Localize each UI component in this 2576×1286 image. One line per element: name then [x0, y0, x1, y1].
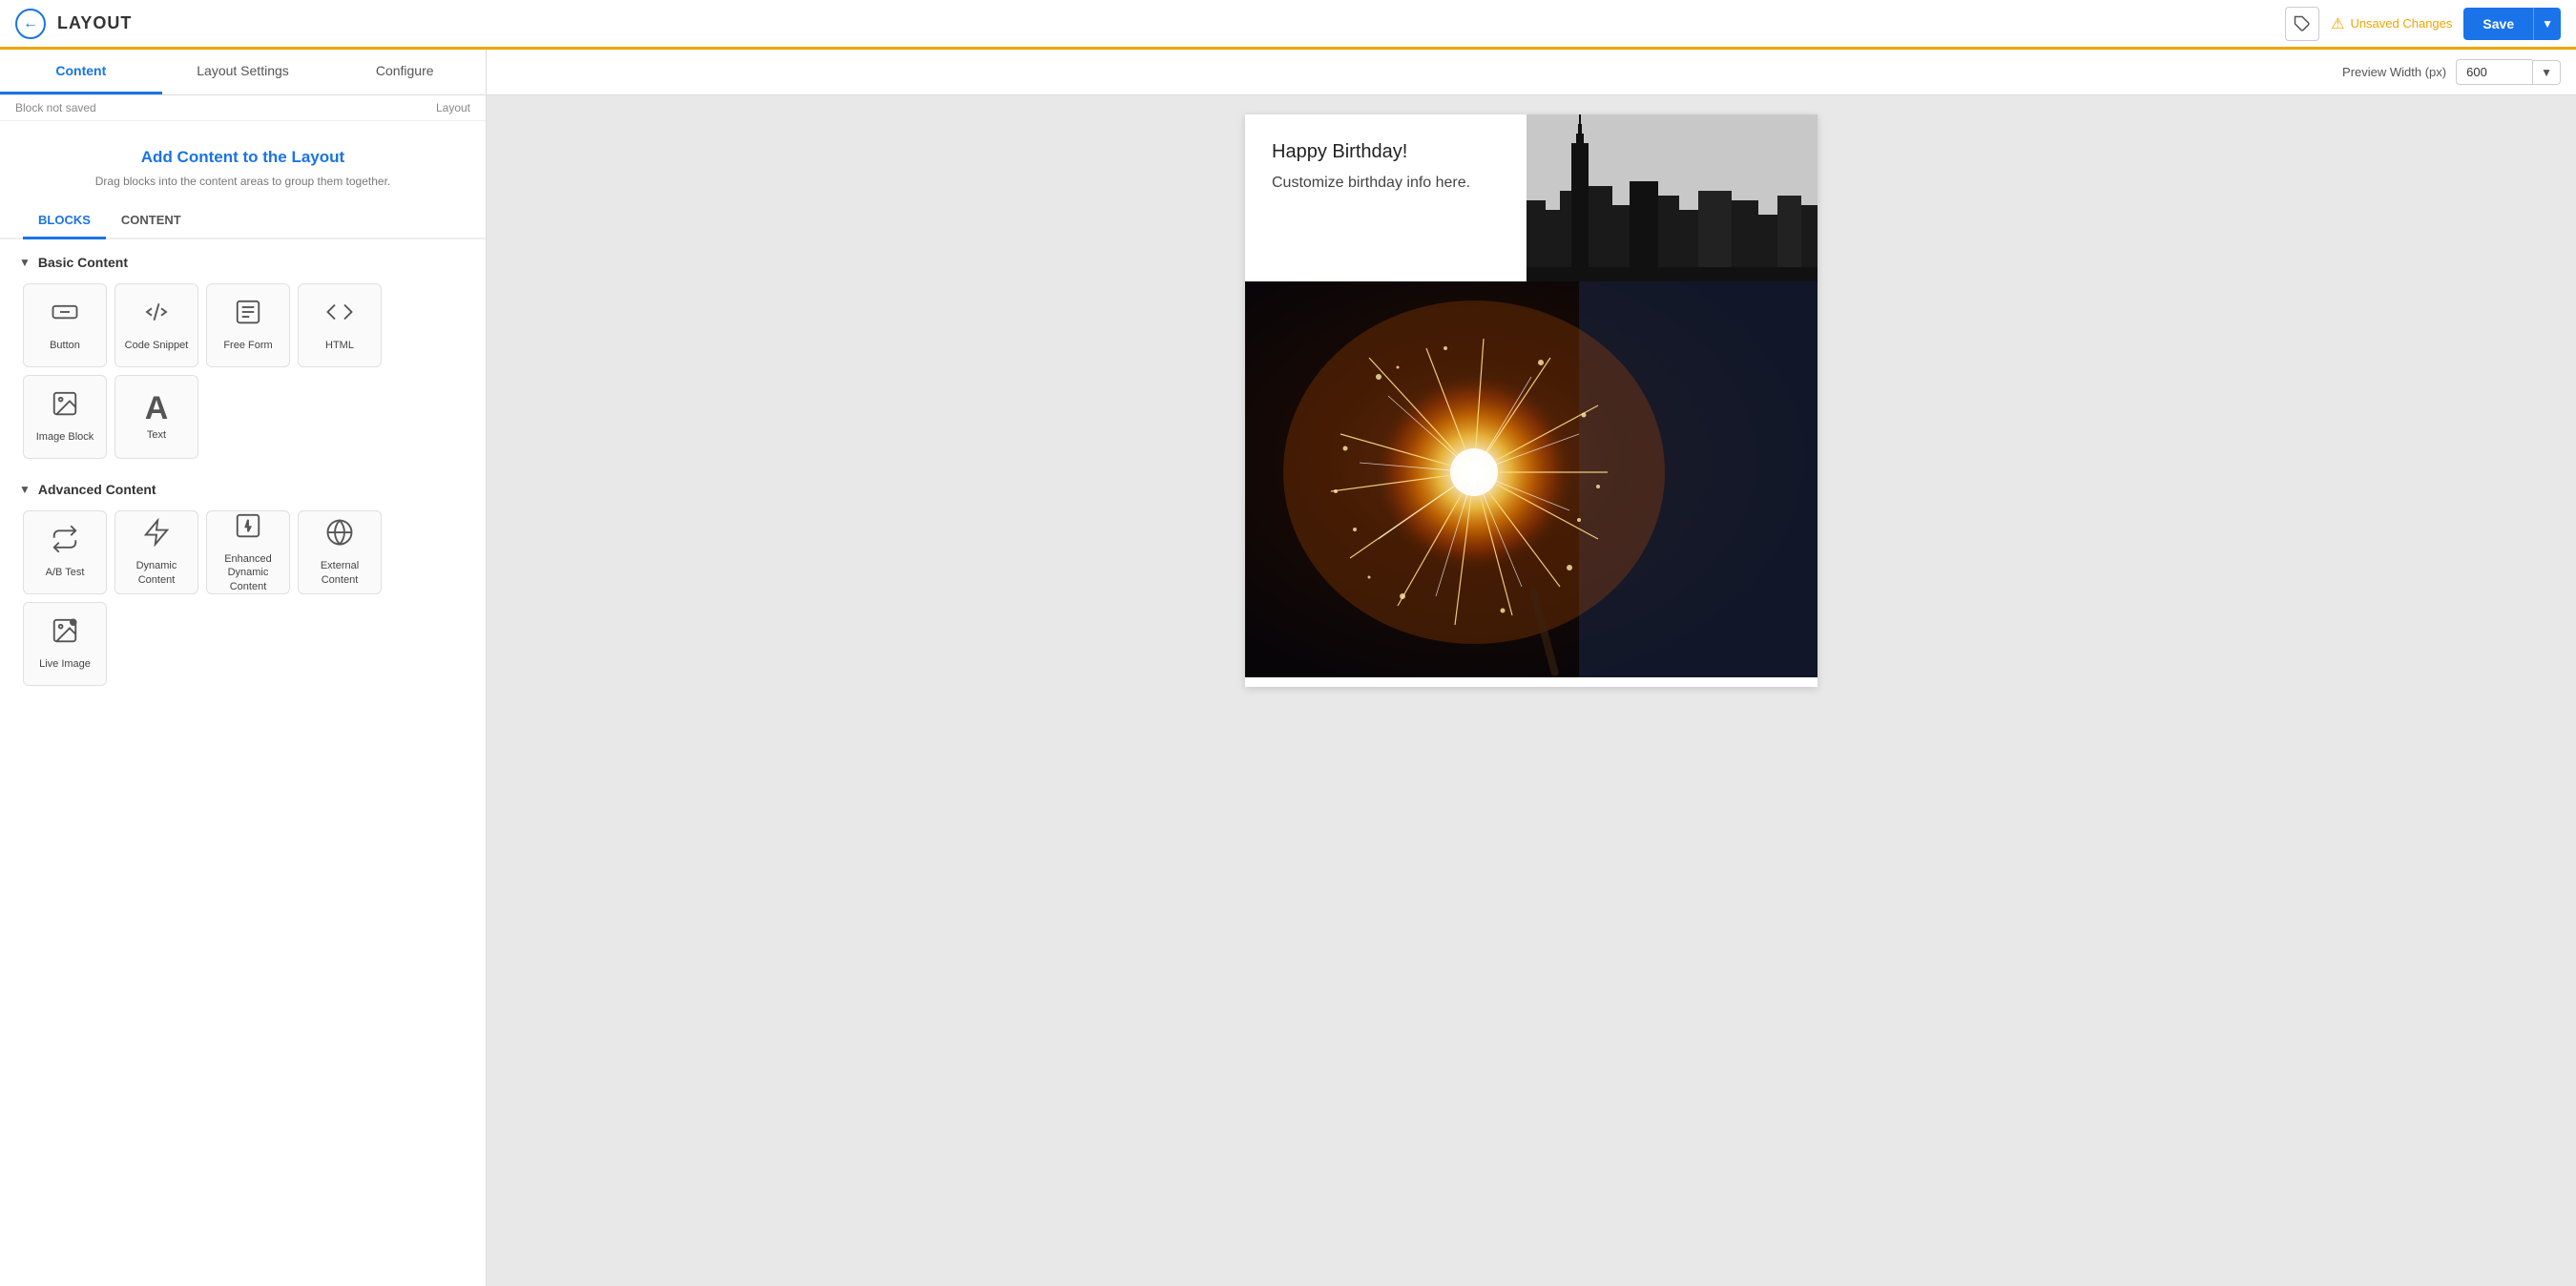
block-ab-test[interactable]: A/B Test — [23, 510, 107, 594]
top-bar-right: ⚠ Unsaved Changes Save ▼ — [2285, 7, 2561, 41]
save-dropdown-button[interactable]: ▼ — [2533, 8, 2561, 40]
block-dynamic-content[interactable]: Dynamic Content — [114, 510, 198, 594]
dynamic-content-label: Dynamic Content — [119, 559, 194, 587]
chevron-down-icon: ▼ — [19, 256, 31, 269]
unsaved-changes: ⚠ Unsaved Changes — [2331, 14, 2452, 33]
preview-top-right — [1527, 114, 1818, 281]
preview-top-left: Happy Birthday! Customize birthday info … — [1245, 114, 1527, 281]
tab-content[interactable]: Content — [0, 50, 162, 94]
top-bar: ← LAYOUT ⚠ Unsaved Changes Save ▼ — [0, 0, 2576, 50]
left-panel: Content Layout Settings Configure Block … — [0, 50, 487, 1286]
preview-birthday-text: Happy Birthday! — [1272, 141, 1507, 163]
external-content-icon — [325, 518, 354, 553]
save-button-group: Save ▼ — [2463, 8, 2561, 40]
preview-width-input[interactable] — [2456, 59, 2532, 85]
top-bar-left: ← LAYOUT — [15, 9, 132, 39]
tab-configure[interactable]: Configure — [323, 50, 486, 94]
preview-subtitle-text: Customize birthday info here. — [1272, 175, 1507, 192]
block-html[interactable]: HTML — [298, 283, 382, 367]
back-button[interactable]: ← — [15, 9, 46, 39]
block-code-snippet[interactable]: Code Snippet — [114, 283, 198, 367]
preview-area: Happy Birthday! Customize birthday info … — [487, 95, 2576, 1286]
main-layout: Content Layout Settings Configure Block … — [0, 50, 2576, 1286]
block-live-image[interactable]: Live Image — [23, 602, 107, 686]
basic-content-grid: Button Code Snippet — [19, 283, 467, 459]
basic-content-section: ▼ Basic Content Button — [0, 239, 486, 467]
warning-icon: ⚠ — [2331, 14, 2344, 33]
block-image-block[interactable]: Image Block — [23, 375, 107, 459]
image-block-label: Image Block — [36, 430, 94, 444]
sub-tab-blocks[interactable]: BLOCKS — [23, 205, 106, 239]
block-text[interactable]: A Text — [114, 375, 198, 459]
main-tabs: Content Layout Settings Configure — [0, 50, 486, 95]
breadcrumb: Layout — [436, 101, 470, 114]
image-block-icon — [51, 389, 79, 425]
enhanced-dynamic-label: Enhanced Dynamic Content — [211, 552, 285, 593]
sub-tabs: BLOCKS CONTENT — [0, 205, 486, 239]
basic-content-label: Basic Content — [38, 255, 128, 270]
preview-width-select: ▼ — [2456, 59, 2561, 85]
panel-body: Add Content to the Layout Drag blocks in… — [0, 121, 486, 1286]
external-content-label: External Content — [302, 559, 377, 587]
add-content-subtitle: Drag blocks into the content areas to gr… — [23, 175, 463, 188]
save-button[interactable]: Save — [2463, 8, 2533, 40]
button-label: Button — [50, 339, 80, 352]
block-enhanced-dynamic[interactable]: Enhanced Dynamic Content — [206, 510, 290, 594]
tag-icon-button[interactable] — [2285, 7, 2319, 41]
cityscape-image — [1527, 114, 1818, 281]
tab-layout-settings[interactable]: Layout Settings — [162, 50, 324, 94]
block-free-form[interactable]: Free Form — [206, 283, 290, 367]
preview-top-row: Happy Birthday! Customize birthday info … — [1245, 114, 1818, 281]
chevron-down-icon-advanced: ▼ — [19, 483, 31, 496]
sparkler-image — [1245, 281, 1818, 677]
ab-test-icon — [51, 525, 79, 560]
code-snippet-label: Code Snippet — [125, 339, 189, 352]
advanced-content-label: Advanced Content — [38, 482, 156, 497]
text-icon: A — [145, 392, 169, 425]
block-external-content[interactable]: External Content — [298, 510, 382, 594]
ab-test-label: A/B Test — [46, 566, 85, 579]
add-content-header: Add Content to the Layout Drag blocks in… — [0, 121, 486, 205]
advanced-content-grid: A/B Test Dynamic Content — [19, 510, 467, 686]
html-label: HTML — [325, 339, 354, 352]
button-icon — [51, 298, 79, 333]
code-snippet-icon — [142, 298, 171, 333]
live-image-label: Live Image — [39, 657, 91, 671]
preview-toolbar: Preview Width (px) ▼ — [487, 50, 2576, 95]
add-content-title: Add Content to the Layout — [23, 148, 463, 167]
html-icon — [325, 298, 354, 333]
block-not-saved-label: Block not saved — [15, 101, 96, 114]
sub-tab-content[interactable]: CONTENT — [106, 205, 197, 239]
right-panel: Preview Width (px) ▼ Happy Birthday! Cus… — [487, 50, 2576, 1286]
preview-content: Happy Birthday! Customize birthday info … — [1245, 114, 1818, 687]
advanced-content-section: ▼ Advanced Content A/B T — [0, 467, 486, 694]
preview-width-label: Preview Width (px) — [2342, 65, 2446, 79]
free-form-label: Free Form — [223, 339, 272, 352]
block-button[interactable]: Button — [23, 283, 107, 367]
preview-width-dropdown-button[interactable]: ▼ — [2532, 60, 2561, 85]
text-label: Text — [147, 428, 166, 442]
enhanced-dynamic-icon — [234, 511, 262, 547]
advanced-content-header[interactable]: ▼ Advanced Content — [19, 482, 467, 497]
basic-content-header[interactable]: ▼ Basic Content — [19, 255, 467, 270]
dynamic-content-icon — [142, 518, 171, 553]
free-form-icon — [234, 298, 262, 333]
app-title: LAYOUT — [57, 13, 132, 33]
live-image-icon — [51, 616, 79, 652]
